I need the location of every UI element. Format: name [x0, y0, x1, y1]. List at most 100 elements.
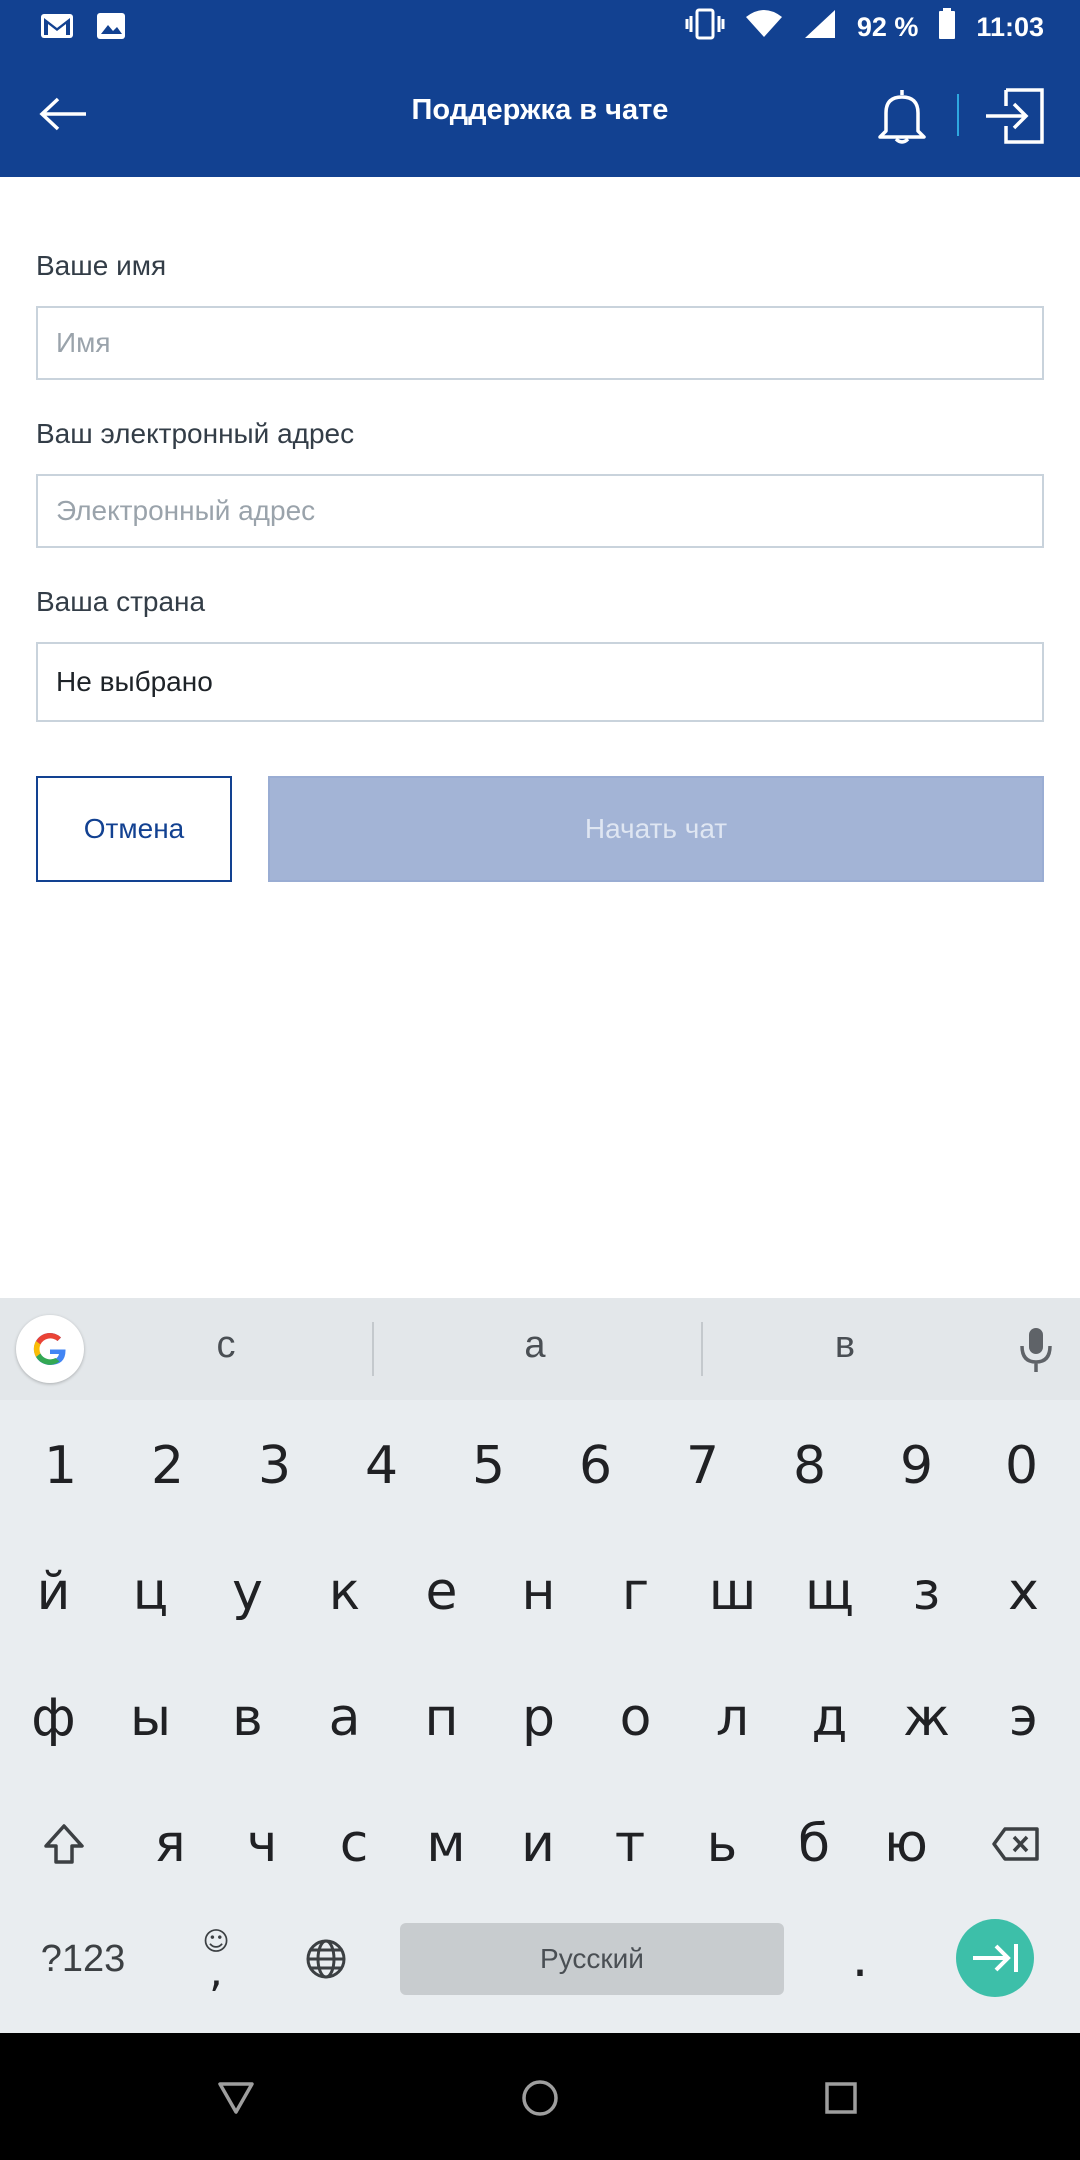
- key-letter[interactable]: ф: [5, 1658, 102, 1778]
- battery-icon: [938, 8, 956, 47]
- toolbar-divider: [957, 94, 959, 136]
- key-letter[interactable]: и: [492, 1784, 584, 1904]
- name-placeholder: Имя: [56, 327, 111, 358]
- key-letter[interactable]: б: [768, 1784, 860, 1904]
- bell-icon: [878, 90, 926, 144]
- nav-back-button[interactable]: [201, 2063, 271, 2133]
- email-label: Ваш электронный адрес: [36, 418, 355, 449]
- suggestion-divider: [372, 1322, 374, 1376]
- email-input[interactable]: Электронный адрес: [36, 474, 1044, 548]
- signal-icon: [803, 8, 837, 47]
- key-letter[interactable]: е: [393, 1532, 490, 1652]
- suggestion-1[interactable]: с: [166, 1324, 286, 1367]
- bottom-row: ?123 ☺ , Русский .: [0, 1899, 1080, 2019]
- key-letter[interactable]: ы: [102, 1658, 199, 1778]
- key-6[interactable]: 6: [542, 1406, 649, 1526]
- key-letter[interactable]: н: [490, 1532, 587, 1652]
- key-0[interactable]: 0: [970, 1406, 1073, 1526]
- name-label: Ваше имя: [36, 250, 167, 281]
- email-placeholder: Электронный адрес: [56, 495, 316, 526]
- nav-home-button[interactable]: [505, 2063, 575, 2133]
- shift-key[interactable]: [14, 1784, 114, 1904]
- country-select[interactable]: Не выбрано: [36, 642, 1044, 722]
- key-letter[interactable]: т: [584, 1784, 676, 1904]
- cancel-button[interactable]: Отмена: [36, 776, 232, 882]
- space-bar[interactable]: Русский: [400, 1923, 784, 1995]
- language-key[interactable]: [276, 1899, 376, 2019]
- enter-key[interactable]: [956, 1919, 1034, 1997]
- key-letter[interactable]: м: [400, 1784, 492, 1904]
- wifi-icon: [745, 9, 783, 46]
- comma-label: ,: [209, 1946, 223, 1997]
- suggestion-3[interactable]: в: [785, 1324, 905, 1367]
- square-recents-icon: [825, 2082, 857, 2114]
- key-2[interactable]: 2: [114, 1406, 221, 1526]
- key-4[interactable]: 4: [328, 1406, 435, 1526]
- key-letter[interactable]: а: [296, 1658, 393, 1778]
- letter-row-3: я ч с м и т ь б ю: [0, 1784, 1080, 1904]
- circle-home-icon: [522, 2080, 558, 2116]
- key-letter[interactable]: э: [975, 1658, 1072, 1778]
- key-letter[interactable]: р: [490, 1658, 587, 1778]
- letter-row-1: й ц у к е н г ш щ з х: [0, 1532, 1080, 1652]
- google-icon[interactable]: [16, 1315, 84, 1383]
- comma-key[interactable]: ☺ ,: [166, 1899, 266, 2019]
- suggestion-divider: [701, 1322, 703, 1376]
- key-9[interactable]: 9: [863, 1406, 970, 1526]
- triangle-back-icon: [218, 2082, 254, 2114]
- period-key[interactable]: .: [810, 1899, 910, 2019]
- shift-icon: [44, 1824, 84, 1864]
- key-letter[interactable]: й: [5, 1532, 102, 1652]
- key-letter[interactable]: ж: [878, 1658, 975, 1778]
- backspace-icon: [992, 1827, 1039, 1861]
- navigation-bar: [0, 2033, 1080, 2160]
- backspace-key[interactable]: [966, 1784, 1066, 1904]
- key-letter[interactable]: х: [975, 1532, 1072, 1652]
- key-letter[interactable]: я: [124, 1784, 216, 1904]
- tab-arrow-icon: [973, 1944, 1018, 1972]
- globe-icon: [306, 1939, 346, 1979]
- key-letter[interactable]: с: [308, 1784, 400, 1904]
- microphone-icon[interactable]: [1018, 1326, 1054, 1379]
- key-letter[interactable]: ш: [684, 1532, 781, 1652]
- key-letter[interactable]: ю: [860, 1784, 952, 1904]
- suggestion-strip: с а в: [0, 1298, 1080, 1400]
- notifications-button[interactable]: [872, 84, 932, 148]
- key-letter[interactable]: ц: [102, 1532, 199, 1652]
- key-8[interactable]: 8: [756, 1406, 863, 1526]
- key-1[interactable]: 1: [7, 1406, 114, 1526]
- sign-in-icon: [986, 88, 1044, 144]
- gallery-icon: [96, 12, 126, 45]
- keyboard: с а в 1 2 3 4 5 6 7 8 9 0 й ц у к е н г …: [0, 1298, 1080, 2033]
- country-label: Ваша страна: [36, 586, 206, 617]
- battery-text: 92 %: [856, 12, 919, 42]
- symbols-key[interactable]: ?123: [20, 1899, 146, 2019]
- key-letter[interactable]: д: [781, 1658, 878, 1778]
- name-input[interactable]: Имя: [36, 306, 1044, 380]
- start-chat-button[interactable]: Начать чат: [268, 776, 1044, 882]
- key-letter[interactable]: г: [587, 1532, 684, 1652]
- key-letter[interactable]: з: [878, 1532, 975, 1652]
- key-letter[interactable]: о: [587, 1658, 684, 1778]
- status-bar: 92 % 11:03: [0, 0, 1080, 56]
- key-3[interactable]: 3: [221, 1406, 328, 1526]
- clock: 11:03: [976, 12, 1044, 42]
- key-7[interactable]: 7: [649, 1406, 756, 1526]
- nav-recents-button[interactable]: [806, 2063, 876, 2133]
- app-bar: 92 % 11:03 Поддержка в чате: [0, 0, 1080, 177]
- key-letter[interactable]: л: [684, 1658, 781, 1778]
- key-5[interactable]: 5: [435, 1406, 542, 1526]
- exit-button[interactable]: [982, 84, 1046, 148]
- key-letter[interactable]: п: [393, 1658, 490, 1778]
- key-letter[interactable]: ч: [216, 1784, 308, 1904]
- suggestion-2[interactable]: а: [475, 1324, 595, 1367]
- number-row: 1 2 3 4 5 6 7 8 9 0: [0, 1406, 1080, 1526]
- toolbar: Поддержка в чате: [0, 56, 1080, 177]
- key-letter[interactable]: к: [296, 1532, 393, 1652]
- key-letter[interactable]: ь: [676, 1784, 768, 1904]
- key-letter[interactable]: в: [199, 1658, 296, 1778]
- country-value: Не выбрано: [56, 666, 213, 697]
- key-letter[interactable]: у: [199, 1532, 296, 1652]
- gmail-icon: [40, 13, 74, 44]
- key-letter[interactable]: щ: [781, 1532, 878, 1652]
